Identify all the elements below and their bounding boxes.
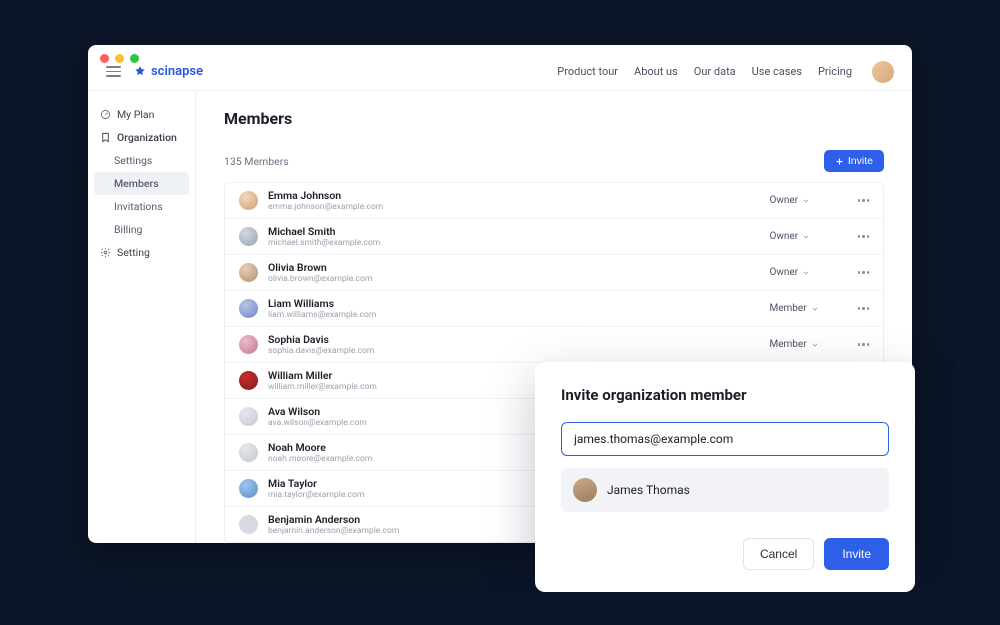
member-avatar — [239, 371, 258, 390]
invite-button-label: Invite — [848, 155, 873, 167]
suggestion-name: James Thomas — [607, 483, 690, 497]
chevron-down-icon — [811, 305, 819, 313]
member-avatar — [239, 299, 258, 318]
member-more-icon[interactable] — [858, 307, 870, 310]
sidebar-label: My Plan — [117, 108, 154, 121]
sidebar: My Plan Organization Settings Members In… — [88, 91, 196, 543]
member-role-dropdown[interactable]: Owner — [770, 267, 840, 278]
sidebar-label: Invitations — [114, 200, 163, 213]
member-email: sophia.davis@example.com — [268, 346, 770, 356]
invite-submit-button[interactable]: Invite — [824, 538, 889, 570]
member-role-label: Owner — [770, 267, 799, 278]
sidebar-label: Settings — [114, 154, 152, 167]
invite-button[interactable]: Invite — [824, 150, 884, 172]
member-name: Olivia Brown — [268, 261, 770, 274]
member-role-label: Member — [770, 303, 807, 314]
member-role-label: Member — [770, 339, 807, 350]
chevron-down-icon — [811, 341, 819, 349]
sidebar-item-my-plan[interactable]: My Plan — [88, 103, 195, 126]
member-row: Liam Williams liam.williams@example.com … — [225, 291, 883, 327]
member-more-icon[interactable] — [858, 235, 870, 238]
top-nav: Product tour About us Our data Use cases… — [557, 61, 894, 83]
gear-icon — [100, 247, 111, 258]
member-role-dropdown[interactable]: Owner — [770, 195, 840, 206]
bookmark-icon — [100, 132, 111, 143]
member-more-icon[interactable] — [858, 343, 870, 346]
member-name: Sophia Davis — [268, 333, 770, 346]
nav-our-data[interactable]: Our data — [694, 65, 736, 78]
invite-email-input[interactable] — [561, 422, 889, 456]
sidebar-label: Billing — [114, 223, 142, 236]
member-avatar — [239, 407, 258, 426]
member-name: Liam Williams — [268, 297, 770, 310]
member-role-dropdown[interactable]: Member — [770, 339, 840, 350]
sidebar-item-billing[interactable]: Billing — [88, 218, 195, 241]
member-role-label: Owner — [770, 231, 799, 242]
member-avatar — [239, 515, 258, 534]
member-count: 135 Members — [224, 155, 289, 168]
gauge-icon — [100, 109, 111, 120]
sidebar-label: Setting — [117, 246, 150, 259]
chevron-down-icon — [802, 233, 810, 241]
sidebar-item-settings[interactable]: Settings — [88, 149, 195, 172]
sidebar-label: Members — [114, 177, 159, 190]
suggestion-avatar — [573, 478, 597, 502]
member-email: emma.johnson@example.com — [268, 202, 770, 212]
sidebar-label: Organization — [117, 131, 177, 144]
invite-modal: Invite organization member James Thomas … — [535, 362, 915, 592]
member-more-icon[interactable] — [858, 199, 870, 202]
sidebar-item-organization[interactable]: Organization — [88, 126, 195, 149]
cancel-button[interactable]: Cancel — [743, 538, 814, 570]
brand-name: scinapse — [151, 64, 203, 79]
member-avatar — [239, 479, 258, 498]
member-row: Michael Smith michael.smith@example.com … — [225, 219, 883, 255]
sidebar-item-invitations[interactable]: Invitations — [88, 195, 195, 218]
member-role-dropdown[interactable]: Member — [770, 303, 840, 314]
member-more-icon[interactable] — [858, 271, 870, 274]
member-role-dropdown[interactable]: Owner — [770, 231, 840, 242]
member-avatar — [239, 335, 258, 354]
user-avatar[interactable] — [872, 61, 894, 83]
top-bar: scinapse Product tour About us Our data … — [88, 45, 912, 91]
plus-icon — [835, 157, 844, 166]
member-role-label: Owner — [770, 195, 799, 206]
nav-product-tour[interactable]: Product tour — [557, 65, 618, 78]
brand-logo[interactable]: scinapse — [133, 64, 203, 79]
chevron-down-icon — [802, 269, 810, 277]
logo-icon — [133, 65, 147, 79]
menu-icon[interactable] — [106, 66, 121, 77]
member-email: olivia.brown@example.com — [268, 274, 770, 284]
suggestion-item[interactable]: James Thomas — [561, 468, 889, 512]
member-row: Olivia Brown olivia.brown@example.com Ow… — [225, 255, 883, 291]
member-name: Emma Johnson — [268, 189, 770, 202]
sidebar-item-members[interactable]: Members — [94, 172, 189, 195]
sidebar-item-setting[interactable]: Setting — [88, 241, 195, 264]
member-row: Emma Johnson emma.johnson@example.com Ow… — [225, 183, 883, 219]
member-avatar — [239, 443, 258, 462]
member-email: michael.smith@example.com — [268, 238, 770, 248]
member-avatar — [239, 227, 258, 246]
member-name: Michael Smith — [268, 225, 770, 238]
member-row: Sophia Davis sophia.davis@example.com Me… — [225, 327, 883, 363]
nav-use-cases[interactable]: Use cases — [752, 65, 802, 78]
chevron-down-icon — [802, 197, 810, 205]
nav-pricing[interactable]: Pricing — [818, 65, 852, 78]
member-avatar — [239, 191, 258, 210]
nav-about-us[interactable]: About us — [634, 65, 678, 78]
member-email: liam.williams@example.com — [268, 310, 770, 320]
member-avatar — [239, 263, 258, 282]
modal-title: Invite organization member — [561, 386, 889, 404]
page-title: Members — [224, 109, 884, 128]
